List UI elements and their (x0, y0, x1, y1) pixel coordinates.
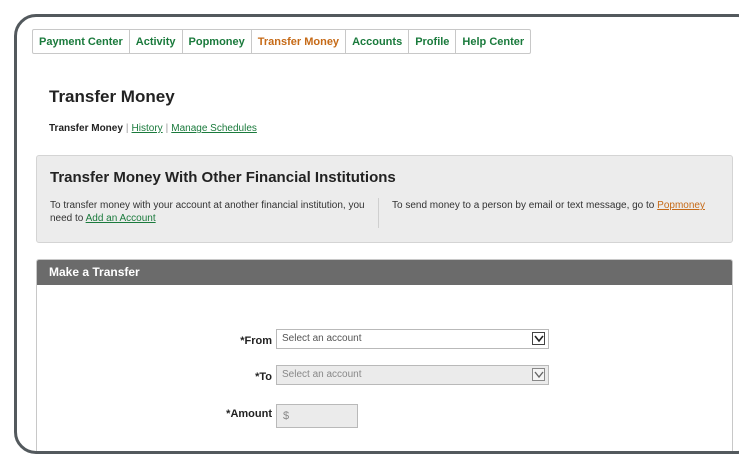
popmoney-link[interactable]: Popmoney (657, 200, 705, 211)
subnav-separator: | (125, 123, 129, 134)
from-select-value: Select an account (282, 333, 362, 344)
page: Payment Center Activity Popmoney Transfe… (17, 17, 739, 451)
nav-transfer-money[interactable]: Transfer Money (252, 30, 347, 53)
make-transfer-panel: Make a Transfer *From Select an account … (36, 259, 733, 451)
chevron-down-icon (532, 332, 545, 345)
from-account-select[interactable]: Select an account (276, 329, 549, 349)
external-transfer-info-box: Transfer Money With Other Financial Inst… (36, 155, 733, 243)
info-right-text: To send money to a person by email or te… (392, 199, 722, 212)
add-account-link[interactable]: Add an Account (86, 213, 156, 224)
page-title: Transfer Money (49, 87, 175, 106)
panel-header: Make a Transfer (37, 260, 732, 285)
nav-popmoney[interactable]: Popmoney (183, 30, 252, 53)
subnav-manage-schedules-link[interactable]: Manage Schedules (171, 123, 257, 134)
subnav-separator: | (165, 123, 169, 134)
amount-input[interactable]: $ (276, 404, 358, 428)
nav-profile[interactable]: Profile (409, 30, 457, 53)
subnav-current: Transfer Money (49, 123, 123, 134)
amount-label: *Amount (226, 408, 272, 420)
nav-payment-center[interactable]: Payment Center (33, 30, 130, 53)
nav-accounts[interactable]: Accounts (346, 30, 410, 53)
info-divider (378, 198, 379, 228)
to-label: *To (255, 371, 272, 383)
nav-help-center[interactable]: Help Center (456, 30, 530, 53)
to-account-select[interactable]: Select an account (276, 365, 549, 385)
breadcrumb: Transfer Money | History | Manage Schedules (49, 123, 257, 134)
info-right-text-body: To send money to a person by email or te… (392, 200, 658, 211)
to-select-value: Select an account (282, 369, 362, 380)
chevron-down-icon (532, 368, 545, 381)
info-title: Transfer Money With Other Financial Inst… (50, 169, 396, 186)
from-label: *From (240, 335, 272, 347)
subnav-history-link[interactable]: History (132, 123, 163, 134)
browser-frame: Payment Center Activity Popmoney Transfe… (14, 14, 739, 454)
info-left-text: To transfer money with your account at a… (50, 199, 370, 225)
top-nav: Payment Center Activity Popmoney Transfe… (32, 29, 532, 54)
nav-activity[interactable]: Activity (130, 30, 183, 53)
